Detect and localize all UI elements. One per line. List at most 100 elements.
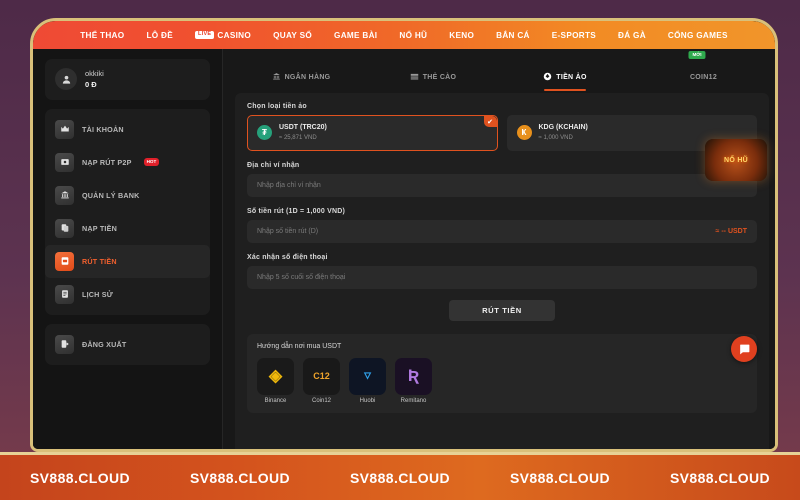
topnav-item-3[interactable]: QUAY SỐ (262, 31, 323, 40)
topnav-item-label: CỔNG GAMES (667, 30, 728, 40)
sidebar-item-label: NẠP RÚT P2P (82, 157, 132, 167)
tab-coin12[interactable]: MỚI COIN12 (631, 49, 763, 91)
banner-text: SV888.CLOUD (669, 469, 771, 486)
history-icon (55, 284, 74, 304)
app-frame: THỂ THAO LÔ ĐỀ LIVE CASINO QUAY SỐ GAME BÀI NỔ… (30, 18, 778, 452)
sidebar-menu: TÀI KHOẢN NẠP RÚT P2P HOT QUẢN LÝ BANK NẠP T… (45, 108, 210, 315)
new-badge: MỚI (688, 51, 706, 59)
coin-name: KDG (KCHAIN) (538, 124, 588, 131)
bottom-banner: SV888.CLOUD SV888.CLOUD SV888.CLOUD SV888.C… (0, 452, 800, 500)
amount-label: Số tiền rút (1D = 1,000 VND) (247, 207, 345, 215)
tab-row: TIỀN ẢO (543, 68, 587, 86)
promo-label: NỔ HŨ (723, 156, 749, 164)
logout-icon (55, 334, 74, 354)
page-root: THỂ THAO LÔ ĐỀ LIVE CASINO QUAY SỐ GAME BÀI NỔ… (0, 0, 800, 500)
topnav-item-7[interactable]: BẮN CÁ (485, 31, 541, 40)
chat-bubble-icon[interactable] (731, 336, 757, 362)
top-navigation: THỂ THAO LÔ ĐỀ LIVE CASINO QUAY SỐ GAME BÀI NỔ… (33, 21, 775, 49)
coin-icon: Ҝ (516, 125, 532, 141)
withdraw-panel: Chọn loại tiền ảo ₮ USDT (TRC20) ≈ 25,871 … (235, 93, 769, 449)
topnav-item-5[interactable]: NỔ HŨ (388, 31, 438, 40)
sidebar-item-nạp-rút-p2p[interactable]: NẠP RÚT P2P HOT (45, 146, 210, 179)
sidebar-item-tài-khoản[interactable]: TÀI KHOẢN (45, 113, 210, 146)
guide-item-binance[interactable]: ◈ Binance (257, 357, 294, 404)
topnav-item-9[interactable]: ĐÁ GÀ (607, 31, 657, 40)
amount-placeholder: Nhập số tiền rút (D) (257, 227, 319, 235)
tab-ngân-hàng[interactable]: NGÂN HÀNG (235, 49, 367, 91)
profile[interactable]: okkiki 0 Đ (45, 59, 210, 100)
topnav-item-label: GAME BÀI (334, 30, 378, 40)
topnav-item-4[interactable]: GAME BÀI (323, 31, 388, 40)
tab-active-underline (544, 89, 586, 91)
withdraw-icon (55, 251, 74, 271)
live-badge: LIVE (194, 31, 215, 39)
topnav-item-10[interactable]: CỔNG GAMES (657, 31, 739, 40)
sidebar-item-lịch-sử[interactable]: LỊCH SỬ (45, 278, 210, 311)
topnav-item-6[interactable]: KENO (438, 31, 485, 40)
topnav-item-2[interactable]: LIVE CASINO (184, 31, 262, 40)
tab-label: COIN12 (689, 73, 718, 81)
sidebar-item-label: LỊCH SỬ (82, 289, 113, 299)
sidebar-item-rút-tiền[interactable]: RÚT TIỀN (45, 244, 210, 278)
phone-label: Xác nhận số điện thoại (247, 253, 328, 261)
sidebar-item-đăng-xuất[interactable]: ĐĂNG XUẤT (45, 328, 210, 361)
crypto-icon (543, 68, 552, 86)
amount-input[interactable]: Nhập số tiền rút (D) ≈ -- USDT (247, 219, 757, 243)
banner-text: SV888.CLOUD (349, 469, 451, 486)
crown-icon (55, 119, 74, 139)
coin-rate: ≈ 1,000 VND (538, 134, 573, 141)
coin-name: USDT (TRC20) (279, 124, 327, 131)
topnav-item-0[interactable]: THỂ THAO (69, 31, 135, 40)
main-content: NGÂN HÀNG THẺ CÀO TIỀN ẢO MỚI COIN12 Chọn lo… (223, 49, 775, 449)
topnav-item-label: KENO (449, 30, 475, 40)
submit-row: RÚT TIỀN (247, 299, 757, 321)
tab-thẻ-cào[interactable]: THẺ CÀO (367, 49, 499, 91)
remitano-logo-icon: Ʀ (395, 357, 432, 395)
exchange-icon (55, 152, 74, 172)
coin-select-label: Chọn loại tiền ảo (247, 103, 307, 110)
wallet-address-placeholder: Nhập địa chỉ ví nhận (257, 181, 321, 189)
tab-row: COIN12 (677, 68, 717, 86)
sidebar-item-label: QUẢN LÝ BANK (82, 190, 140, 200)
coin-options: ₮ USDT (TRC20) ≈ 25,871 VND ✔ Ҝ KDG (KCHAIN) ≈… (247, 115, 757, 151)
sidebar-item-label: NẠP TIỀN (82, 223, 118, 233)
binance-logo-icon: ◈ (257, 357, 294, 395)
guide-item-label: Binance (264, 397, 287, 404)
guide-item-remitano[interactable]: Ʀ Remitano (395, 357, 432, 404)
promo-banner[interactable]: NỔ HŨ (705, 139, 767, 181)
phone-input[interactable]: Nhập 5 số cuối số điện thoại (247, 265, 757, 289)
tab-row: THẺ CÀO (410, 68, 457, 86)
usdt-guide-list: ◈ Binance C12 Coin12 🜄 Huobi Ʀ Remitano (257, 357, 747, 404)
withdraw-button[interactable]: RÚT TIỀN (449, 299, 555, 321)
guide-item-label: Coin12 (311, 397, 331, 404)
avatar (55, 68, 77, 91)
guide-item-huobi[interactable]: 🜄 Huobi (349, 357, 386, 404)
topnav-item-label: E-SPORTS (551, 30, 597, 40)
topnav-item-label: NỔ HŨ (399, 30, 428, 40)
sidebar-item-label: RÚT TIỀN (82, 256, 117, 266)
tab-row: NGÂN HÀNG (272, 68, 331, 86)
coin12-logo-icon: C12 (303, 357, 340, 395)
app-body: okkiki 0 Đ TÀI KHOẢN NẠP RÚT P2P HOT QUẢN L… (33, 49, 775, 449)
huobi-logo-icon: 🜄 (349, 357, 386, 395)
profile-card[interactable]: okkiki 0 Đ (45, 59, 210, 100)
amount-converted: ≈ -- USDT (715, 227, 747, 235)
tab-label: NGÂN HÀNG (284, 73, 331, 81)
username: okkiki (85, 69, 104, 78)
topnav-item-1[interactable]: LÔ ĐỀ (135, 31, 184, 40)
banner-text: SV888.CLOUD (189, 469, 291, 486)
coin-option-usdt[interactable]: ₮ USDT (TRC20) ≈ 25,871 VND ✔ (247, 115, 498, 151)
topnav-item-label: ĐÁ GÀ (618, 30, 646, 40)
guide-item-coin12[interactable]: C12 Coin12 (303, 357, 340, 404)
coin-icon: ₮ (257, 125, 272, 141)
sidebar-item-quản-lý-bank[interactable]: QUẢN LÝ BANK (45, 179, 210, 212)
bank-icon (55, 185, 74, 205)
tab-label: THẺ CÀO (422, 73, 457, 81)
wallet-address-input[interactable]: Nhập địa chỉ ví nhận (247, 173, 757, 197)
sidebar-item-nạp-tiền[interactable]: NẠP TIỀN (45, 212, 210, 245)
topnav-item-8[interactable]: E-SPORTS (541, 31, 607, 40)
guide-item-label: Huobi (359, 397, 376, 404)
tab-tiền-ảo[interactable]: TIỀN ẢO (499, 49, 631, 91)
banner-text: SV888.CLOUD (29, 469, 131, 486)
sidebar-item-label: TÀI KHOẢN (82, 124, 124, 134)
